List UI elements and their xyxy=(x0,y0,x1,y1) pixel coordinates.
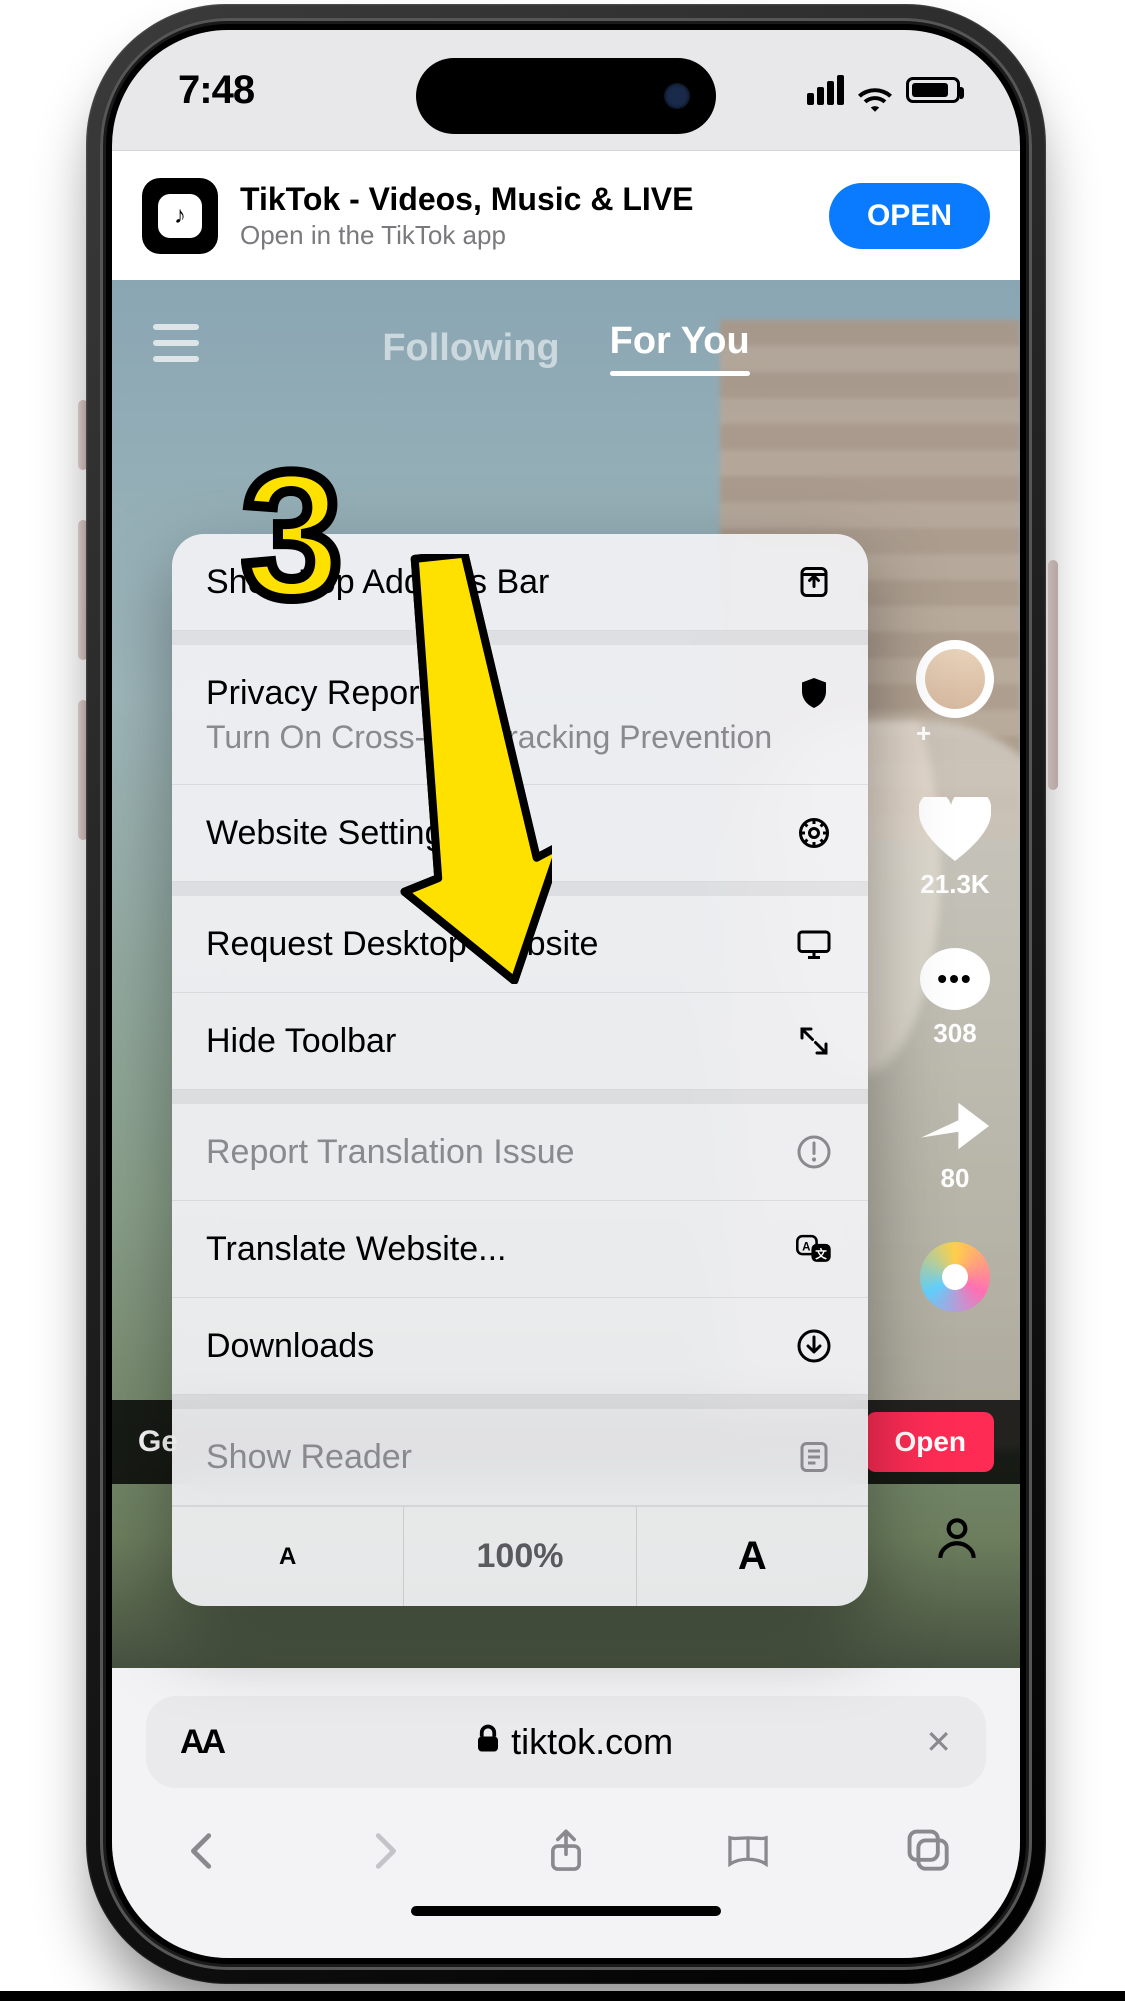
reader-icon xyxy=(794,1437,834,1477)
follow-plus-icon[interactable]: + xyxy=(916,718,994,749)
forward-button[interactable] xyxy=(361,1828,407,1879)
svg-text:A: A xyxy=(802,1241,811,1253)
share-button[interactable] xyxy=(543,1828,589,1879)
back-button[interactable] xyxy=(180,1828,226,1879)
bookmarks-button[interactable] xyxy=(725,1828,771,1879)
translate-icon: A文 xyxy=(794,1229,834,1269)
like-count: 21.3K xyxy=(920,869,989,900)
address-domain: tiktok.com xyxy=(511,1721,673,1763)
banner-open-button[interactable]: OPEN xyxy=(829,183,990,249)
instruction-arrow xyxy=(392,554,552,984)
power-button xyxy=(1048,560,1058,790)
download-icon xyxy=(794,1326,834,1366)
share-icon[interactable] xyxy=(921,1097,989,1155)
comment-icon[interactable] xyxy=(920,948,990,1010)
hamburger-icon[interactable] xyxy=(152,323,200,373)
top-bar-icon xyxy=(794,562,834,602)
sound-disc-icon[interactable] xyxy=(920,1242,990,1312)
like-icon[interactable] xyxy=(919,797,991,861)
battery-icon xyxy=(906,77,960,103)
address-bar[interactable]: AA tiktok.com ✕ xyxy=(146,1696,986,1788)
tiktok-action-rail: + 21.3K 308 80 xyxy=(916,640,994,1312)
creator-avatar[interactable] xyxy=(916,640,994,718)
menu-show-reader: Show Reader xyxy=(172,1409,868,1506)
dynamic-island xyxy=(416,58,716,134)
safari-toolbar xyxy=(112,1806,1020,1900)
banner-subtitle: Open in the TikTok app xyxy=(240,220,807,251)
tiktok-profile-icon[interactable] xyxy=(932,1512,982,1567)
menu-translate-website[interactable]: Translate Website... A文 xyxy=(172,1201,868,1298)
phone-frame: 7:48 ♪ TikTok - Videos, Music & LIVE O xyxy=(86,4,1046,1984)
zoom-controls: A 100% A xyxy=(172,1506,868,1606)
cellular-icon xyxy=(807,75,844,105)
menu-hide-toolbar[interactable]: Hide Toolbar xyxy=(172,993,868,1090)
zoom-level[interactable]: 100% xyxy=(403,1507,635,1606)
tiktok-app-icon: ♪ xyxy=(142,178,218,254)
banner-title: TikTok - Videos, Music & LIVE xyxy=(240,181,807,218)
gear-icon xyxy=(794,813,834,853)
svg-text:文: 文 xyxy=(815,1247,827,1261)
close-icon[interactable]: ✕ xyxy=(925,1723,952,1761)
alert-icon xyxy=(794,1132,834,1172)
menu-report-translation-issue: Report Translation Issue xyxy=(172,1104,868,1201)
share-count: 80 xyxy=(941,1163,970,1194)
menu-downloads[interactable]: Downloads xyxy=(172,1298,868,1395)
tab-for-you[interactable]: For You xyxy=(610,320,750,376)
smart-app-banner: ♪ TikTok - Videos, Music & LIVE Open in … xyxy=(112,150,1020,280)
expand-icon xyxy=(794,1021,834,1061)
strip-open-button[interactable]: Open xyxy=(866,1412,994,1472)
tiktok-top-nav: Following For You xyxy=(112,320,1020,376)
aa-button[interactable]: AA xyxy=(180,1723,223,1762)
zoom-out-button[interactable]: A xyxy=(172,1507,403,1606)
tab-following[interactable]: Following xyxy=(382,327,559,370)
home-indicator xyxy=(411,1906,721,1916)
safari-bottom-chrome: AA tiktok.com ✕ xyxy=(112,1668,1020,1958)
shield-icon xyxy=(794,673,834,713)
phone-screen: 7:48 ♪ TikTok - Videos, Music & LIVE O xyxy=(112,30,1020,1958)
wifi-icon xyxy=(858,77,892,103)
zoom-in-button[interactable]: A xyxy=(636,1507,868,1606)
lock-icon xyxy=(475,1721,501,1763)
tabs-button[interactable] xyxy=(906,1828,952,1879)
desktop-icon xyxy=(794,924,834,964)
step-number-badge: 3 xyxy=(242,446,342,626)
status-time: 7:48 xyxy=(178,68,254,113)
comment-count: 308 xyxy=(933,1018,976,1049)
